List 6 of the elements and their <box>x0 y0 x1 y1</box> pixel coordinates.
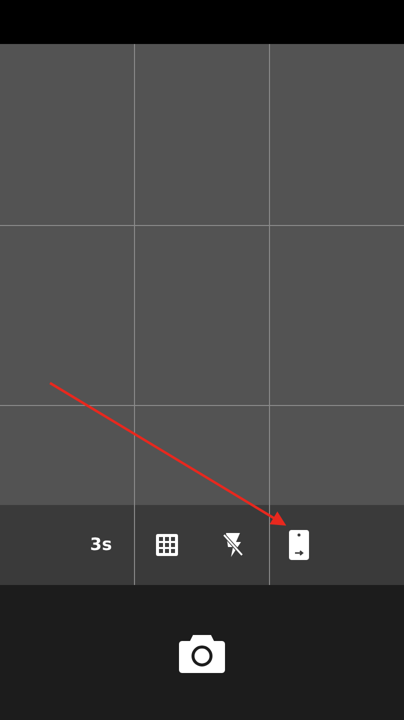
camera-icon <box>179 632 225 672</box>
flash-off-icon <box>222 532 244 558</box>
shutter-button[interactable] <box>179 632 225 672</box>
grid-icon <box>155 533 179 557</box>
phone-icon <box>289 530 309 560</box>
timer-button[interactable]: 3s <box>68 521 134 569</box>
